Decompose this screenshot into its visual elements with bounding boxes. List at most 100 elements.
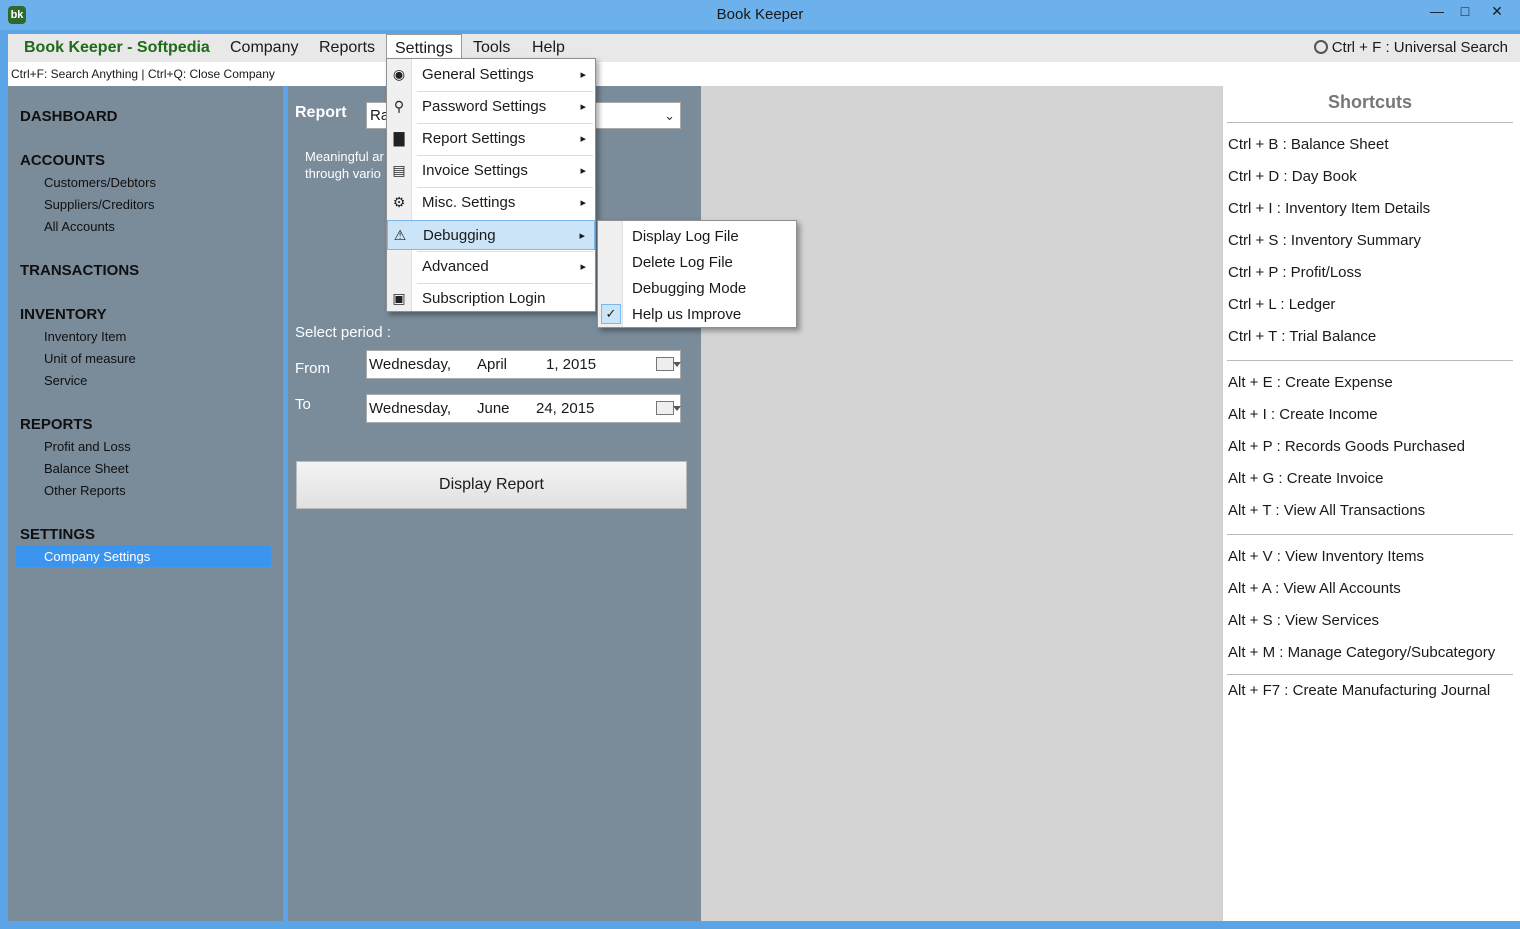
submenu-arrow-icon: ▸ — [580, 165, 586, 177]
menu-item-debugging[interactable]: ⚠ Debugging ▸ — [387, 220, 595, 250]
minimize-icon[interactable]: — — [1424, 0, 1450, 22]
shortcut-item: Alt + V : View Inventory Items — [1228, 548, 1425, 565]
sidebar-item-balance-sheet[interactable]: Balance Sheet — [44, 461, 129, 476]
menu-item-subscription-login[interactable]: ▣ Subscription Login — [387, 284, 595, 314]
submenu-item-display-log[interactable]: Display Log File — [598, 223, 796, 249]
menu-item-label: Invoice Settings — [422, 162, 528, 179]
from-label: From — [295, 360, 330, 377]
menu-bar: Book Keeper - Softpedia Company Reports … — [8, 34, 1520, 62]
shortcut-item: Ctrl + T : Trial Balance — [1228, 328, 1377, 345]
shortcuts-title: Shortcuts — [1327, 92, 1412, 112]
sidebar-item-customers[interactable]: Customers/Debtors — [44, 175, 156, 190]
menu-item-misc-settings[interactable]: ⚙ Misc. Settings ▸ — [387, 188, 595, 218]
sidebar-item-other-reports[interactable]: Other Reports — [44, 483, 126, 498]
bar-chart-icon: ▇ — [393, 130, 405, 146]
from-date-weekday: Wednesday, — [369, 356, 451, 373]
sidebar-section-dashboard[interactable]: DASHBOARD — [20, 108, 118, 125]
shortcut-item: Alt + P : Records Goods Purchased — [1228, 438, 1465, 455]
sidebar-section-transactions[interactable]: TRANSACTIONS — [20, 262, 139, 279]
menu-reports[interactable]: Reports — [311, 34, 383, 62]
lock-icon: ▣ — [392, 290, 406, 306]
report-description-line2: through vario — [305, 166, 381, 181]
window-title: Book Keeper — [716, 6, 804, 23]
submenu-item-label: Help us Improve — [632, 306, 742, 323]
shortcut-item: Ctrl + I : Inventory Item Details — [1228, 200, 1431, 217]
from-date-day-year: 1, 2015 — [546, 356, 597, 373]
divider — [1227, 360, 1513, 361]
sidebar-item-profit-loss[interactable]: Profit and Loss — [44, 439, 131, 454]
title-bar: bk Book Keeper — □ ✕ — [0, 0, 1520, 30]
submenu-arrow-icon: ▸ — [580, 197, 586, 209]
shortcut-item: Ctrl + S : Inventory Summary — [1228, 232, 1421, 249]
sidebar-section-settings[interactable]: SETTINGS — [20, 526, 95, 543]
shortcut-item: Ctrl + P : Profit/Loss — [1228, 264, 1362, 281]
gears-icon: ⚙ — [392, 194, 406, 210]
menu-item-label: Misc. Settings — [422, 194, 516, 211]
submenu-item-label: Debugging Mode — [632, 280, 747, 297]
menu-item-label: Debugging — [423, 227, 496, 244]
shortcut-item: Alt + S : View Services — [1228, 612, 1380, 629]
menu-item-advanced[interactable]: Advanced ▸ — [387, 252, 595, 282]
divider — [1227, 122, 1513, 123]
brand-label: Book Keeper - Softpedia — [24, 39, 210, 56]
sidebar-item-inventory-item[interactable]: Inventory Item — [44, 329, 126, 344]
shortcut-item: Alt + I : Create Income — [1228, 406, 1378, 423]
calendar-icon[interactable] — [656, 357, 681, 371]
to-label: To — [295, 396, 311, 413]
status-strip — [0, 921, 1520, 929]
warning-icon: ⚠ — [393, 227, 407, 243]
sidebar-item-unit-of-measure[interactable]: Unit of measure — [44, 351, 136, 366]
globe-icon: ◉ — [392, 66, 406, 82]
menu-item-label: Subscription Login — [422, 290, 546, 307]
report-description: Meaningful ar through vario — [305, 148, 395, 184]
debugging-submenu: Display Log File Delete Log File Debuggi… — [597, 220, 797, 328]
maximize-icon[interactable]: □ — [1452, 0, 1478, 22]
display-report-button[interactable]: Display Report — [296, 461, 687, 509]
menu-item-label: General Settings — [422, 66, 534, 83]
sidebar-section-accounts[interactable]: ACCOUNTS — [20, 152, 105, 169]
settings-dropdown: ◉ General Settings ▸ ⚲ Password Settings… — [386, 58, 596, 312]
menu-item-label: Password Settings — [422, 98, 547, 115]
universal-search-label: Ctrl + F : Universal Search — [1331, 39, 1508, 56]
sidebar-item-service[interactable]: Service — [44, 373, 87, 388]
to-date-weekday: Wednesday, — [369, 400, 451, 417]
shortcut-item: Ctrl + D : Day Book — [1228, 168, 1357, 185]
submenu-item-debugging-mode[interactable]: Debugging Mode — [598, 275, 796, 301]
sidebar-item-company-settings[interactable]: Company Settings — [44, 549, 150, 564]
submenu-item-label: Delete Log File — [632, 254, 733, 271]
hint-bar: Ctrl+F: Search Anything | Ctrl+Q: Close … — [8, 62, 1520, 86]
to-date-day-year: 24, 2015 — [536, 400, 595, 417]
content-area — [701, 86, 1222, 921]
submenu-item-help-us-improve[interactable]: ✓ Help us Improve — [598, 301, 796, 327]
shortcuts-panel: Shortcuts Ctrl + B : Balance Sheet Ctrl … — [1222, 86, 1520, 921]
menu-company[interactable]: Company — [222, 34, 306, 62]
menu-item-password-settings[interactable]: ⚲ Password Settings ▸ — [387, 92, 595, 122]
submenu-item-delete-log[interactable]: Delete Log File — [598, 249, 796, 275]
shortcut-item: Ctrl + L : Ledger — [1228, 296, 1336, 313]
to-date-picker[interactable]: Wednesday, June 24, 2015 — [366, 394, 681, 423]
report-description-line1: Meaningful ar — [305, 149, 384, 164]
sidebar-item-all-accounts[interactable]: All Accounts — [44, 219, 115, 234]
universal-search[interactable]: Ctrl + F : Universal Search — [1313, 34, 1508, 62]
to-date-month: June — [477, 400, 510, 417]
sidebar-item-suppliers[interactable]: Suppliers/Creditors — [44, 197, 155, 212]
shortcut-item: Alt + T : View All Transactions — [1228, 502, 1426, 519]
menu-item-general-settings[interactable]: ◉ General Settings ▸ — [387, 60, 595, 90]
menu-item-label: Advanced — [422, 258, 489, 275]
sidebar-section-inventory[interactable]: INVENTORY — [20, 306, 107, 323]
shortcut-item: Alt + M : Manage Category/Subcategory — [1228, 644, 1496, 661]
submenu-arrow-icon: ▸ — [580, 261, 586, 273]
shortcut-item: Alt + F7 : Create Manufacturing Journal — [1228, 682, 1491, 699]
menu-item-report-settings[interactable]: ▇ Report Settings ▸ — [387, 124, 595, 154]
shortcut-item: Alt + A : View All Accounts — [1228, 580, 1401, 597]
close-icon[interactable]: ✕ — [1480, 0, 1514, 22]
calendar-icon[interactable] — [656, 401, 681, 415]
report-label: Report — [295, 104, 347, 121]
menu-item-label: Report Settings — [422, 130, 526, 147]
sidebar-section-reports[interactable]: REPORTS — [20, 416, 93, 433]
from-date-picker[interactable]: Wednesday, April 1, 2015 — [366, 350, 681, 379]
shortcut-item: Ctrl + B : Balance Sheet — [1228, 136, 1389, 153]
chevron-down-icon: ⌄ — [664, 108, 675, 123]
key-icon: ⚲ — [393, 98, 405, 114]
menu-item-invoice-settings[interactable]: ▤ Invoice Settings ▸ — [387, 156, 595, 186]
